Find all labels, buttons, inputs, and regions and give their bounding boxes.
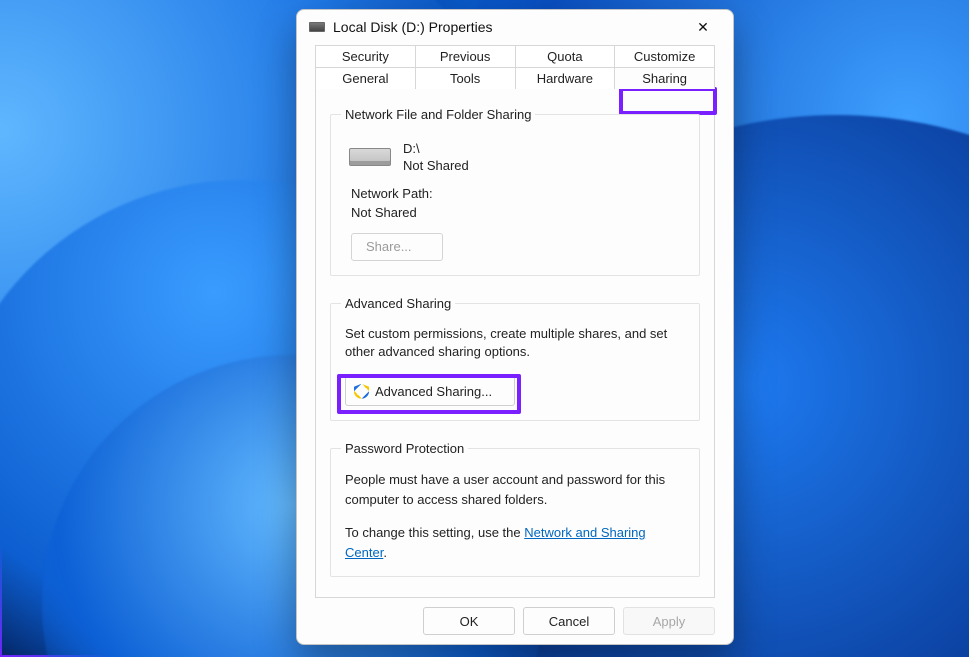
network-sharing-group: Network File and Folder Sharing D:\ Not … <box>330 107 700 276</box>
titlebar[interactable]: Local Disk (D:) Properties ✕ <box>297 10 733 45</box>
tab-quota[interactable]: Quota <box>516 45 616 67</box>
pp-change-suffix: . <box>383 545 387 560</box>
advanced-sharing-group: Advanced Sharing Set custom permissions,… <box>330 296 700 422</box>
tab-general[interactable]: General <box>315 67 416 89</box>
tab-tools[interactable]: Tools <box>416 67 516 89</box>
tab-security[interactable]: Security <box>315 45 416 67</box>
network-path-label: Network Path: <box>351 185 685 204</box>
advanced-sharing-legend: Advanced Sharing <box>341 296 455 311</box>
share-button-label: Share... <box>366 239 412 254</box>
tab-hardware[interactable]: Hardware <box>516 67 616 89</box>
password-protection-group: Password Protection People must have a u… <box>330 441 700 577</box>
uac-shield-icon <box>354 384 369 399</box>
properties-dialog: Local Disk (D:) Properties ✕ Security Pr… <box>296 9 734 645</box>
drive-icon <box>309 22 325 32</box>
ok-button[interactable]: OK <box>423 607 515 635</box>
tab-previous-versions[interactable]: Previous Versions <box>416 45 516 67</box>
advanced-sharing-button-label: Advanced Sharing... <box>375 384 492 399</box>
drive-icon <box>349 148 391 166</box>
network-path-value: Not Shared <box>351 204 685 223</box>
tab-customize[interactable]: Customize <box>615 45 715 67</box>
dialog-button-row: OK Cancel Apply <box>297 598 733 644</box>
close-icon: ✕ <box>697 19 709 36</box>
close-button[interactable]: ✕ <box>681 12 725 42</box>
password-protection-legend: Password Protection <box>341 441 468 456</box>
password-protection-change: To change this setting, use the Network … <box>345 523 685 562</box>
advanced-sharing-button[interactable]: Advanced Sharing... <box>345 376 515 406</box>
share-status: Not Shared <box>403 157 469 175</box>
tabs: Security Previous Versions Quota Customi… <box>297 45 733 89</box>
sharing-panel: Network File and Folder Sharing D:\ Not … <box>315 89 715 598</box>
advanced-sharing-description: Set custom permissions, create multiple … <box>345 325 685 363</box>
share-button[interactable]: Share... <box>351 233 443 261</box>
pp-change-prefix: To change this setting, use the <box>345 525 524 540</box>
password-protection-description: People must have a user account and pass… <box>345 470 685 509</box>
apply-button[interactable]: Apply <box>623 607 715 635</box>
share-path: D:\ <box>403 140 469 158</box>
cancel-button[interactable]: Cancel <box>523 607 615 635</box>
tab-sharing[interactable]: Sharing <box>615 67 715 89</box>
window-title: Local Disk (D:) Properties <box>333 19 681 35</box>
network-sharing-legend: Network File and Folder Sharing <box>341 107 535 122</box>
